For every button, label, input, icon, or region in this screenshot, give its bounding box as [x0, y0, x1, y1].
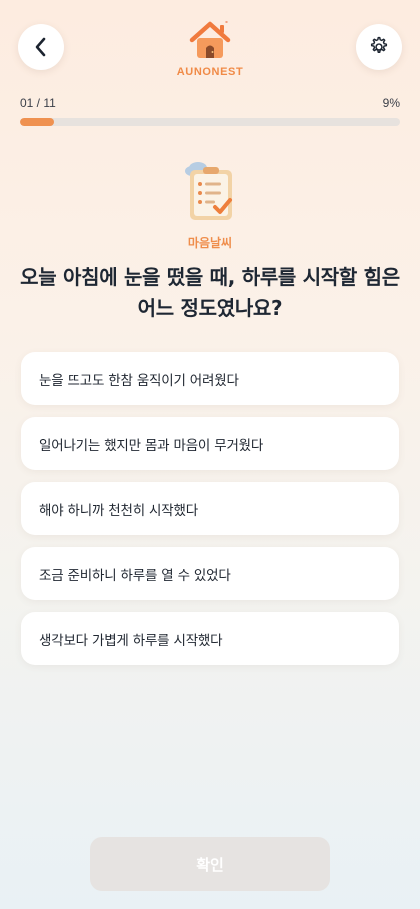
progress-fill — [20, 118, 55, 126]
answer-option-2[interactable]: 일어나기는 했지만 몸과 마음이 무거웠다 — [21, 417, 399, 470]
clipboard-checklist-icon — [185, 162, 232, 220]
chevron-left-icon — [35, 37, 46, 57]
brand-name: AUNONEST — [176, 66, 244, 78]
question-text: 오늘 아침에 눈을 떴을 때, 하루를 시작할 힘은 어느 정도였나요? — [20, 265, 400, 320]
back-button[interactable] — [18, 24, 64, 70]
question-category: 마음날씨 — [187, 236, 233, 250]
gear-icon — [370, 36, 388, 53]
house-icon — [189, 21, 231, 58]
settings-button[interactable] — [356, 24, 402, 70]
answer-option-1[interactable]: 눈을 뜨고도 한참 움직이기 어려웠다 — [21, 352, 399, 405]
progress-percent: 9% — [382, 96, 400, 110]
progress-bar — [20, 118, 400, 126]
answer-option-4[interactable]: 조금 준비하니 하루를 열 수 있었다 — [21, 547, 399, 600]
answer-option-3[interactable]: 해야 하니까 천천히 시작했다 — [21, 482, 399, 535]
answer-option-5[interactable]: 생각보다 가볍게 하루를 시작했다 — [21, 612, 399, 665]
answer-options: 눈을 뜨고도 한참 움직이기 어려웠다 일어나기는 했지만 몸과 마음이 무거웠… — [21, 352, 399, 677]
progress-labels: 01 / 11 9% — [20, 96, 400, 110]
confirm-button[interactable]: 확인 — [90, 837, 330, 891]
progress-counter: 01 / 11 — [20, 96, 56, 110]
app-logo: AUNONEST — [150, 18, 270, 78]
